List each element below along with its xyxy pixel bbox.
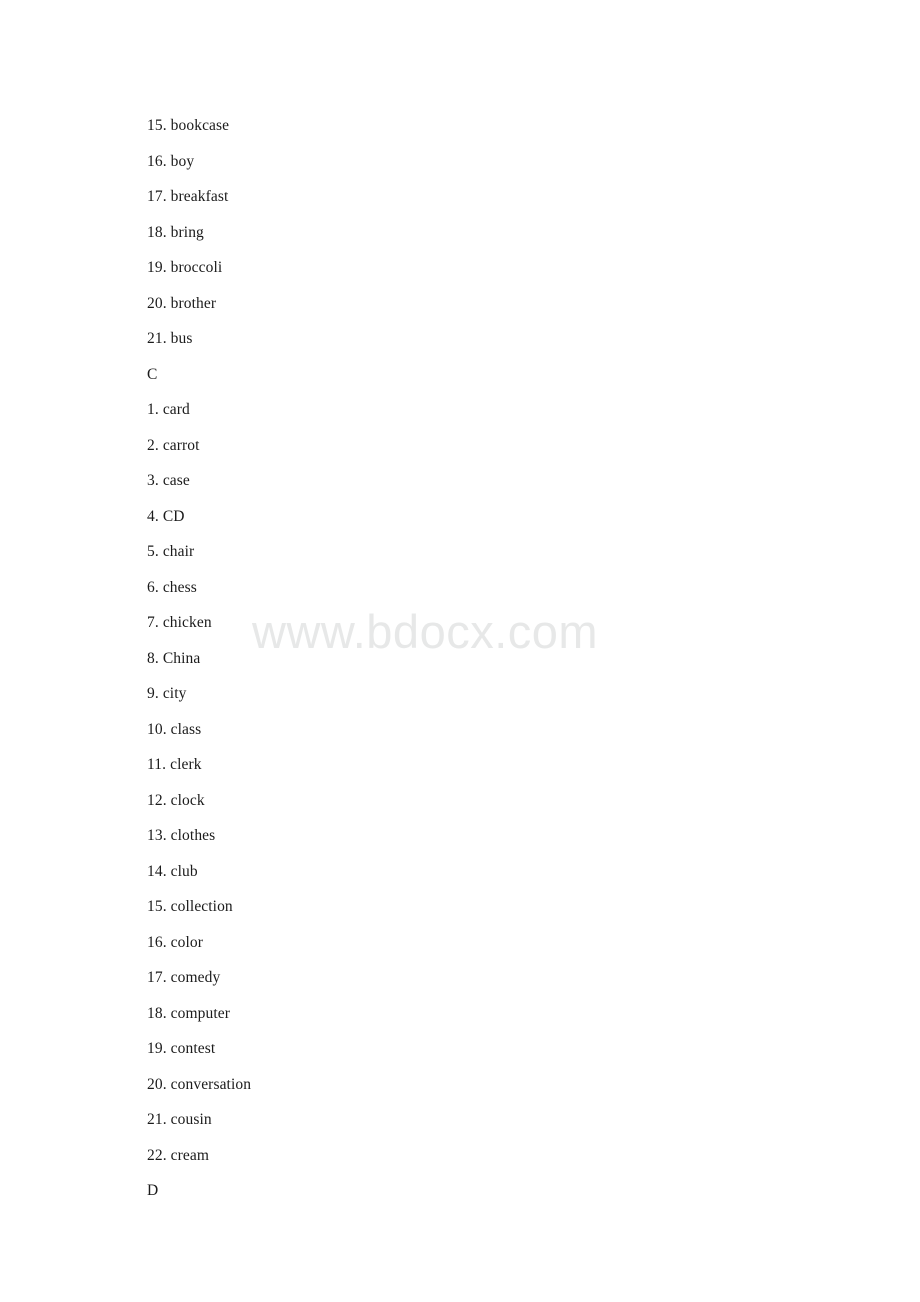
item-number: 14. xyxy=(147,862,167,880)
word-list-item: 22. cream xyxy=(147,1138,767,1174)
item-word: clothes xyxy=(170,827,216,844)
item-word: club xyxy=(170,862,198,880)
word-list-item: 2. carrot xyxy=(147,428,767,464)
item-number: 3. xyxy=(147,472,159,489)
item-number: 10. xyxy=(147,720,167,738)
word-list-item: 20. brother xyxy=(147,286,767,322)
item-number: 17. xyxy=(147,969,167,986)
item-number: 22. xyxy=(147,1146,167,1164)
word-list-item: 17. breakfast xyxy=(147,179,767,215)
item-number: 19. xyxy=(147,1040,167,1057)
item-word: cream xyxy=(170,1146,210,1164)
word-list-item: 14. club xyxy=(147,854,767,890)
item-word: class xyxy=(170,720,202,738)
item-word: chess xyxy=(162,578,197,596)
item-number: 18. xyxy=(147,1004,167,1022)
item-number: 6. xyxy=(147,578,159,596)
item-word: chicken xyxy=(162,614,212,631)
item-word: case xyxy=(162,472,190,489)
item-word: broccoli xyxy=(170,259,223,276)
item-number: 19. xyxy=(147,259,167,276)
section-heading: D xyxy=(147,1173,767,1209)
word-list-item: 7. chicken xyxy=(147,605,767,641)
item-number: 18. xyxy=(147,223,167,241)
word-list-item: 17. comedy xyxy=(147,960,767,996)
word-list-item: 6. chess xyxy=(147,570,767,606)
item-word: breakfast xyxy=(170,188,229,205)
item-word: CD xyxy=(162,507,185,525)
item-word: boy xyxy=(170,152,195,170)
item-word: card xyxy=(162,401,190,418)
word-list-item: 16. color xyxy=(147,925,767,961)
word-list-item: 18. bring xyxy=(147,215,767,251)
word-list-item: 9. city xyxy=(147,676,767,712)
document-page: www.bdocx.com 15. bookcase 16. boy 17. bre… xyxy=(0,0,920,1302)
item-word: bus xyxy=(170,330,193,347)
item-word: brother xyxy=(170,294,217,312)
item-word: city xyxy=(162,685,187,702)
word-list-item: 1. card xyxy=(147,392,767,428)
word-list-item: 4. CD xyxy=(147,499,767,535)
item-number: 13. xyxy=(147,827,167,844)
word-list-item: 18. computer xyxy=(147,996,767,1032)
item-number: 1. xyxy=(147,401,159,418)
item-number: 16. xyxy=(147,933,167,951)
section-letter: C xyxy=(147,365,158,383)
word-list-item: 19. broccoli xyxy=(147,250,767,286)
item-number: 8. xyxy=(147,649,159,667)
item-number: 15. xyxy=(147,898,167,915)
item-word: conversation xyxy=(170,1075,252,1093)
item-word: comedy xyxy=(170,969,221,986)
item-number: 21. xyxy=(147,1111,167,1128)
item-number: 7. xyxy=(147,614,159,631)
item-number: 15. xyxy=(147,117,167,134)
item-number: 2. xyxy=(147,436,159,454)
item-number: 20. xyxy=(147,294,167,312)
word-list-item: 8. China xyxy=(147,641,767,677)
item-word: bookcase xyxy=(170,117,230,134)
word-list-item: 15. bookcase xyxy=(147,108,767,144)
word-list-item: 15. collection xyxy=(147,889,767,925)
item-number: 9. xyxy=(147,685,159,702)
word-list-item: 10. class xyxy=(147,712,767,748)
item-word: clerk xyxy=(170,756,202,773)
word-list-item: 21. bus xyxy=(147,321,767,357)
item-number: 12. xyxy=(147,791,167,809)
section-heading: C xyxy=(147,357,767,393)
word-list-item: 19. contest xyxy=(147,1031,767,1067)
item-word: chair xyxy=(162,543,195,560)
section-letter: D xyxy=(147,1182,159,1199)
word-list: 15. bookcase 16. boy 17. breakfast 18. brin… xyxy=(147,108,767,1209)
item-word: contest xyxy=(170,1040,216,1057)
word-list-item: 21. cousin xyxy=(147,1102,767,1138)
item-word: computer xyxy=(170,1004,231,1022)
word-list-item: 3. case xyxy=(147,463,767,499)
item-number: 4. xyxy=(147,507,159,525)
word-list-item: 11. clerk xyxy=(147,747,767,783)
item-number: 5. xyxy=(147,543,159,560)
word-list-item: 13. clothes xyxy=(147,818,767,854)
item-word: cousin xyxy=(170,1111,212,1128)
item-word: color xyxy=(170,933,204,951)
item-number: 11. xyxy=(147,756,167,773)
item-word: China xyxy=(162,649,201,667)
word-list-item: 20. conversation xyxy=(147,1067,767,1103)
item-number: 20. xyxy=(147,1075,167,1093)
word-list-item: 12. clock xyxy=(147,783,767,819)
item-word: carrot xyxy=(162,436,200,454)
word-list-item: 5. chair xyxy=(147,534,767,570)
item-number: 17. xyxy=(147,188,167,205)
word-list-item: 16. boy xyxy=(147,144,767,180)
item-number: 21. xyxy=(147,330,167,347)
item-number: 16. xyxy=(147,152,167,170)
item-word: bring xyxy=(170,223,204,241)
item-word: clock xyxy=(170,791,205,809)
item-word: collection xyxy=(170,898,233,915)
